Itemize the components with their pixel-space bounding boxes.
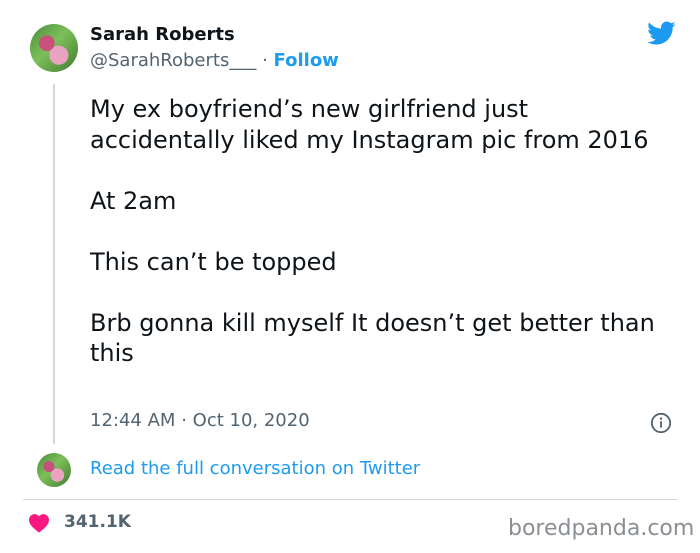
tweet-paragraph: At 2am (90, 186, 177, 215)
author-avatar[interactable] (30, 24, 78, 72)
boredpanda-watermark: boredpanda.com (508, 516, 695, 541)
tweet-date: Oct 10, 2020 (192, 410, 310, 431)
author-handle[interactable]: @SarahRoberts___ (90, 50, 256, 71)
author-display-name[interactable]: Sarah Roberts (90, 24, 235, 45)
tweet-card: Sarah Roberts @SarahRoberts___ · Follow … (0, 0, 700, 553)
timestamp-separator: · (181, 410, 187, 431)
info-icon[interactable] (650, 412, 672, 434)
follow-button[interactable]: Follow (274, 50, 339, 71)
author-handle-row: @SarahRoberts___ · Follow (90, 50, 339, 71)
divider (23, 499, 677, 500)
twitter-bird-icon[interactable] (644, 18, 678, 48)
heart-icon[interactable] (28, 513, 50, 533)
reply-avatar[interactable] (37, 453, 71, 487)
tweet-time: 12:44 AM (90, 410, 176, 431)
like-count[interactable]: 341.1K (64, 512, 131, 532)
tweet-text: My ex boyfriend’s new girlfriend just ac… (90, 94, 670, 369)
read-conversation-link[interactable]: Read the full conversation on Twitter (90, 458, 420, 479)
tweet-paragraph: My ex boyfriend’s new girlfriend just ac… (90, 95, 649, 154)
thread-line (53, 84, 55, 444)
tweet-paragraph: Brb gonna kill myself It doesn’t get bet… (90, 308, 655, 368)
tweet-timestamp[interactable]: 12:44 AM · Oct 10, 2020 (90, 410, 310, 431)
tweet-paragraph: This can’t be topped (90, 247, 337, 276)
handle-separator: · (262, 50, 268, 71)
